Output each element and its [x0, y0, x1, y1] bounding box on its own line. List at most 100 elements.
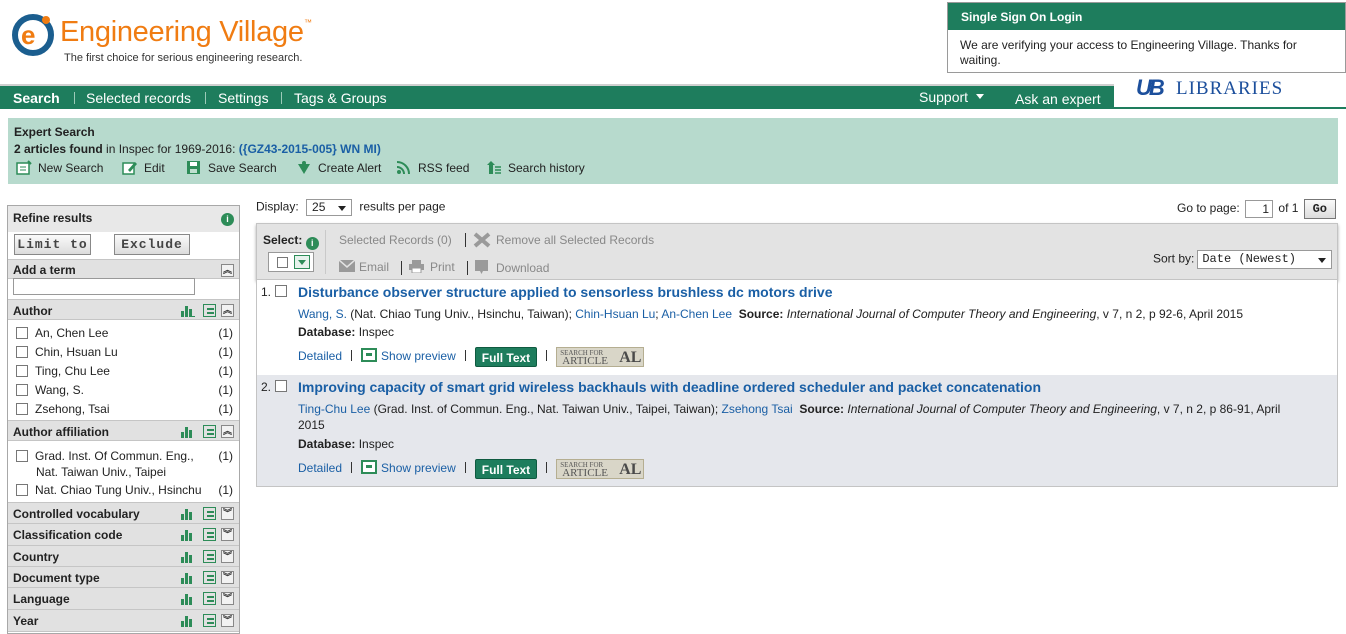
author-link[interactable]: Wang, S. [298, 307, 347, 321]
checkbox[interactable] [16, 346, 28, 358]
full-text-button[interactable]: Full Text [474, 459, 538, 479]
facet-document-type[interactable]: Document type ︾ [8, 567, 239, 588]
detailed-link[interactable]: Detailed [298, 461, 342, 475]
export-icon[interactable] [203, 592, 216, 606]
query-link[interactable]: ({GZ43-2015-005} WN MI) [239, 142, 381, 156]
expand-icon[interactable]: ︾ [221, 571, 234, 585]
go-button[interactable]: Go [1303, 199, 1336, 219]
expand-icon[interactable]: ︾ [221, 614, 234, 628]
export-icon[interactable] [203, 425, 216, 439]
author-link[interactable]: An-Chen Lee [661, 307, 732, 321]
chart-icon[interactable] [181, 508, 195, 520]
detailed-link[interactable]: Detailed [298, 349, 342, 363]
export-icon[interactable] [203, 571, 216, 585]
author-item[interactable]: Chin, Hsuan Lu (1) [16, 345, 233, 359]
search-for-article-button[interactable]: SEARCH FOR ARTICLE AL [556, 459, 645, 479]
save-search-button[interactable]: Save Search [186, 160, 277, 175]
chart-icon[interactable] [181, 551, 195, 563]
select-all-checkbox[interactable] [277, 257, 288, 268]
checkbox[interactable] [16, 384, 28, 396]
checkbox[interactable] [16, 450, 28, 462]
author-link[interactable]: Ting-Chu Lee [298, 402, 370, 416]
create-alert-button[interactable]: Create Alert [296, 160, 381, 175]
nav-selected-records[interactable]: Selected records [86, 90, 191, 106]
limit-to-button[interactable]: Limit to [14, 234, 91, 255]
chart-icon[interactable] [181, 593, 195, 605]
expand-icon[interactable]: ︾ [221, 550, 234, 564]
results-per-page-select[interactable]: 25 [306, 199, 353, 216]
facet-controlled-vocabulary[interactable]: Controlled vocabulary ︾ [8, 502, 239, 524]
export-icon[interactable] [203, 304, 216, 318]
author-link[interactable]: Zsehong Tsai [722, 402, 793, 416]
info-icon[interactable]: i [221, 213, 234, 226]
show-preview-link[interactable]: Show preview [361, 460, 456, 475]
email-button[interactable]: Email [338, 259, 389, 274]
ub-libraries-logo[interactable]: UB LIBRARIES [1114, 73, 1346, 107]
facet-country[interactable]: Country ︾ [8, 546, 239, 567]
rss-feed-button[interactable]: RSS feed [396, 160, 469, 175]
page-number-input[interactable]: 1 [1245, 200, 1274, 218]
facet-year[interactable]: Year ︾ [8, 610, 239, 632]
collapse-icon[interactable]: ︽ [221, 264, 234, 278]
record-title[interactable]: Improving capacity of smart grid wireles… [298, 379, 1041, 395]
download-button[interactable]: Download [475, 260, 549, 275]
print-button[interactable]: Print [409, 260, 455, 274]
affiliation-item[interactable]: Grad. Inst. Of Commun. Eng., Nat. Taiwan … [16, 448, 233, 480]
nav-tags-groups[interactable]: Tags & Groups [294, 90, 387, 106]
record-checkbox[interactable] [275, 380, 287, 392]
author-item[interactable]: An, Chen Lee (1) [16, 326, 233, 340]
chart-icon[interactable] [181, 305, 195, 317]
export-icon[interactable] [203, 507, 216, 521]
author-link[interactable]: Chin-Hsuan Lu [575, 307, 655, 321]
facet-language[interactable]: Language ︾ [8, 588, 239, 610]
chart-icon[interactable] [181, 572, 195, 584]
nav-ask-expert[interactable]: Ask an expert [1015, 91, 1101, 107]
record-authors: Wang, S. (Nat. Chiao Tung Univ., Hsinchu… [298, 307, 1244, 321]
checkbox[interactable] [16, 484, 28, 496]
nav-settings[interactable]: Settings [218, 90, 269, 106]
checkbox[interactable] [16, 327, 28, 339]
author-item[interactable]: Ting, Chu Lee (1) [16, 364, 233, 378]
chart-icon[interactable] [181, 529, 195, 541]
facet-classification-code[interactable]: Classification code ︾ [8, 524, 239, 546]
add-term-input[interactable] [13, 278, 195, 295]
checkbox[interactable] [16, 403, 28, 415]
collapse-icon[interactable]: ︽ [221, 425, 234, 439]
sort-by-select[interactable]: Date (Newest) [1197, 250, 1333, 269]
search-for-article-button[interactable]: SEARCH FOR ARTICLE AL [556, 347, 645, 367]
selected-records-link[interactable]: Selected Records (0) [339, 233, 452, 247]
edit-button[interactable]: Edit [122, 160, 165, 175]
chevron-down-icon [976, 94, 985, 99]
expand-icon[interactable]: ︾ [221, 528, 234, 542]
author-item[interactable]: Zsehong, Tsai (1) [16, 402, 233, 416]
chart-icon[interactable] [181, 615, 195, 627]
expand-icon[interactable]: ︾ [221, 592, 234, 606]
affiliation-item[interactable]: Nat. Chiao Tung Univ., Hsinchu (1) [16, 483, 233, 497]
chart-icon[interactable] [181, 426, 195, 438]
search-history-button[interactable]: Search history [486, 160, 585, 175]
exclude-button[interactable]: Exclude [114, 234, 190, 255]
info-icon[interactable]: i [305, 237, 319, 250]
new-search-icon [16, 160, 32, 175]
record-checkbox[interactable] [275, 285, 287, 297]
export-icon[interactable] [203, 528, 216, 542]
nav-search[interactable]: Search [13, 90, 60, 106]
chevron-down-icon[interactable] [294, 255, 310, 269]
collapse-icon[interactable]: ︽ [221, 304, 234, 318]
email-icon [338, 259, 356, 272]
export-icon[interactable] [203, 614, 216, 628]
new-search-button[interactable]: New Search [16, 160, 103, 175]
nav-support[interactable]: Support [919, 89, 985, 105]
author-item[interactable]: Wang, S. (1) [16, 383, 233, 397]
record-title[interactable]: Disturbance observer structure applied t… [298, 284, 833, 300]
show-preview-link[interactable]: Show preview [361, 348, 456, 363]
export-icon[interactable] [203, 550, 216, 564]
author-facet-header[interactable]: Author ︽ [8, 299, 239, 320]
full-text-button[interactable]: Full Text [474, 347, 538, 367]
checkbox[interactable] [16, 365, 28, 377]
refine-sidebar: Refine results i Limit to Exclude Add a … [7, 205, 240, 634]
expand-icon[interactable]: ︾ [221, 507, 234, 521]
affiliation-facet-header[interactable]: Author affiliation ︽ [8, 420, 239, 441]
remove-all-button[interactable]: Remove all Selected Records [473, 232, 654, 248]
select-all-widget[interactable] [268, 252, 314, 272]
